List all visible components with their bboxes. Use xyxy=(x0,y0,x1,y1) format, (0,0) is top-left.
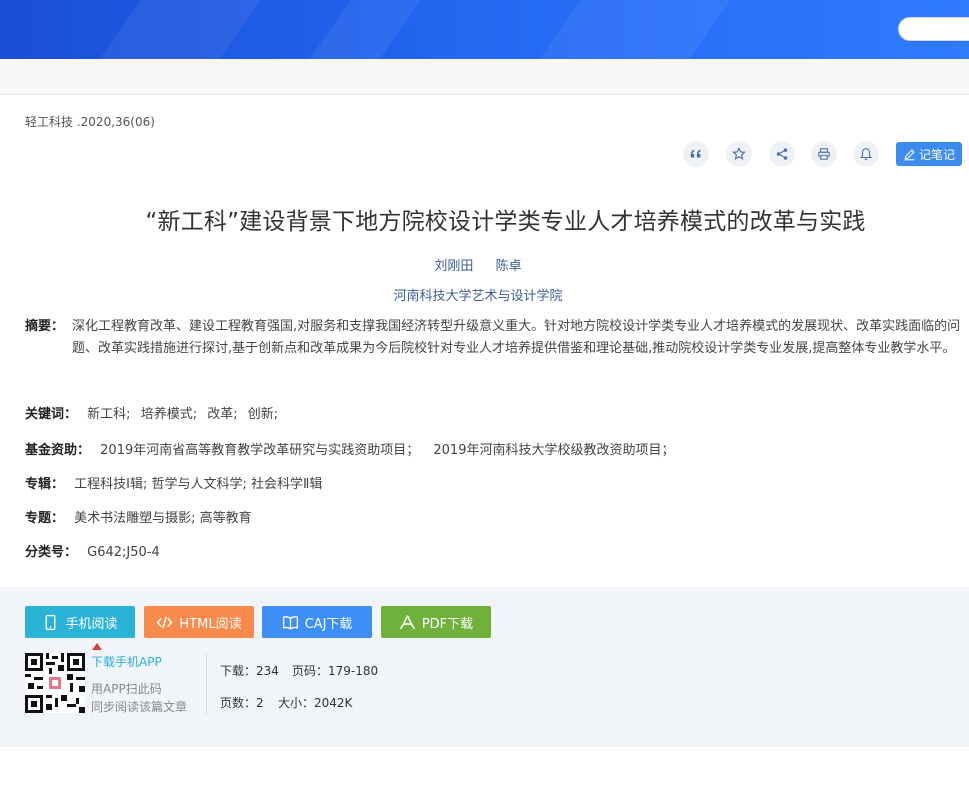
caj-download-button[interactable]: CAJ下载 xyxy=(262,606,372,638)
download-count: 下载：234 xyxy=(220,664,279,678)
mobile-read-label: 手机阅读 xyxy=(65,616,118,632)
author-link[interactable]: 刘刚田 xyxy=(434,259,473,274)
download-panel: 手机阅读 HTML阅读 CAJ下载 PDF下载 下载手机APP 用APP扫此码 … xyxy=(0,587,969,747)
bell-icon xyxy=(860,148,872,160)
author-link[interactable]: 陈卓 xyxy=(496,259,522,274)
book-icon xyxy=(282,615,298,630)
fund-item[interactable]: 2019年河南科技大学校级教改资助项目； xyxy=(433,443,674,458)
classification-section: 分类号： G642;J50-4 xyxy=(25,542,160,564)
keyword-link[interactable]: 创新; xyxy=(248,407,278,422)
search-input[interactable] xyxy=(898,17,969,41)
journal-name[interactable]: 轻工科技 xyxy=(25,115,73,129)
keywords-label: 关键词： xyxy=(25,407,78,422)
mobile-read-button[interactable]: 手机阅读 xyxy=(25,606,135,638)
pdf-download-button[interactable]: PDF下载 xyxy=(381,606,491,638)
abstract-label: 摘要： xyxy=(25,319,65,334)
album-label: 专辑： xyxy=(25,477,65,492)
edit-icon xyxy=(904,148,915,160)
cite-button[interactable] xyxy=(683,141,709,167)
take-note-button[interactable]: 记笔记 xyxy=(896,142,962,166)
abstract-section: 摘要： 深化工程教育改革、建设工程教育强国,对服务和支撑我国经济转型升级意义重大… xyxy=(25,316,965,360)
divider xyxy=(206,654,207,714)
institution-link[interactable]: 河南科技大学艺术与设计学院 xyxy=(0,285,956,304)
classification-value: G642;J50-4 xyxy=(87,545,160,560)
pointer-triangle xyxy=(92,643,102,650)
print-icon xyxy=(818,148,830,160)
app-hint: 同步阅读该篇文章 xyxy=(91,700,188,714)
share-button[interactable] xyxy=(769,141,795,167)
favorite-button[interactable] xyxy=(726,141,752,167)
topic-label: 专题： xyxy=(25,511,65,526)
share-icon xyxy=(776,148,788,160)
html-read-label: HTML阅读 xyxy=(179,616,242,632)
code-icon xyxy=(157,615,173,629)
author-list: 刘刚田 陈卓 xyxy=(0,255,956,274)
html-read-button[interactable]: HTML阅读 xyxy=(144,606,254,638)
journal-source[interactable]: 轻工科技 .2020,36(06) xyxy=(25,113,155,130)
classification-label: 分类号： xyxy=(25,545,78,560)
abstract-text: 深化工程教育改革、建设工程教育强国,对服务和支撑我国经济转型升级意义重大。针对地… xyxy=(72,319,961,356)
page-count: 页数：2 xyxy=(220,696,264,710)
pdf-icon xyxy=(399,614,415,629)
journal-issue: .2020,36(06) xyxy=(76,115,155,129)
qr-code-icon xyxy=(25,653,85,713)
pdf-download-label: PDF下载 xyxy=(421,616,474,632)
subscribe-button[interactable] xyxy=(853,141,879,167)
caj-download-label: CAJ下载 xyxy=(304,616,353,632)
keywords-section: 关键词： 新工科; 培养模式; 改革; 创新; xyxy=(25,404,278,426)
topic-value: 美术书法雕塑与摄影; 高等教育 xyxy=(74,511,252,526)
keyword-link[interactable]: 新工科; xyxy=(87,407,130,422)
take-note-label: 记笔记 xyxy=(918,147,955,162)
star-icon xyxy=(732,147,746,160)
phone-icon xyxy=(46,614,56,630)
download-app-link[interactable]: 下载手机APP xyxy=(91,653,162,670)
article-title: “新工科”建设背景下地方院校设计学类专业人才培养模式的改革与实践 xyxy=(145,209,866,235)
keyword-link[interactable]: 培养模式; xyxy=(141,407,197,422)
topic-section: 专题： 美术书法雕塑与摄影; 高等教育 xyxy=(25,508,252,530)
fund-label: 基金资助： xyxy=(25,443,91,458)
quote-icon xyxy=(690,149,701,158)
fund-section: 基金资助： 2019年河南省高等教育教学改革研究与实践资助项目； 2019年河南… xyxy=(25,440,674,462)
print-button[interactable] xyxy=(811,141,837,167)
page-range: 页码：179-180 xyxy=(292,664,379,678)
nav-bar xyxy=(0,59,969,95)
header-banner xyxy=(0,0,969,59)
app-hint: 用APP扫此码 xyxy=(91,682,162,696)
album-value: 工程科技Ⅰ辑; 哲学与人文科学; 社会科学Ⅱ辑 xyxy=(74,477,323,492)
article-toolbar: 记笔记 xyxy=(0,141,969,169)
album-section: 专辑： 工程科技Ⅰ辑; 哲学与人文科学; 社会科学Ⅱ辑 xyxy=(25,474,322,496)
keyword-link[interactable]: 改革; xyxy=(207,407,237,422)
fund-item[interactable]: 2019年河南省高等教育教学改革研究与实践资助项目； xyxy=(100,443,419,458)
file-size: 大小：2042K xyxy=(278,696,353,710)
